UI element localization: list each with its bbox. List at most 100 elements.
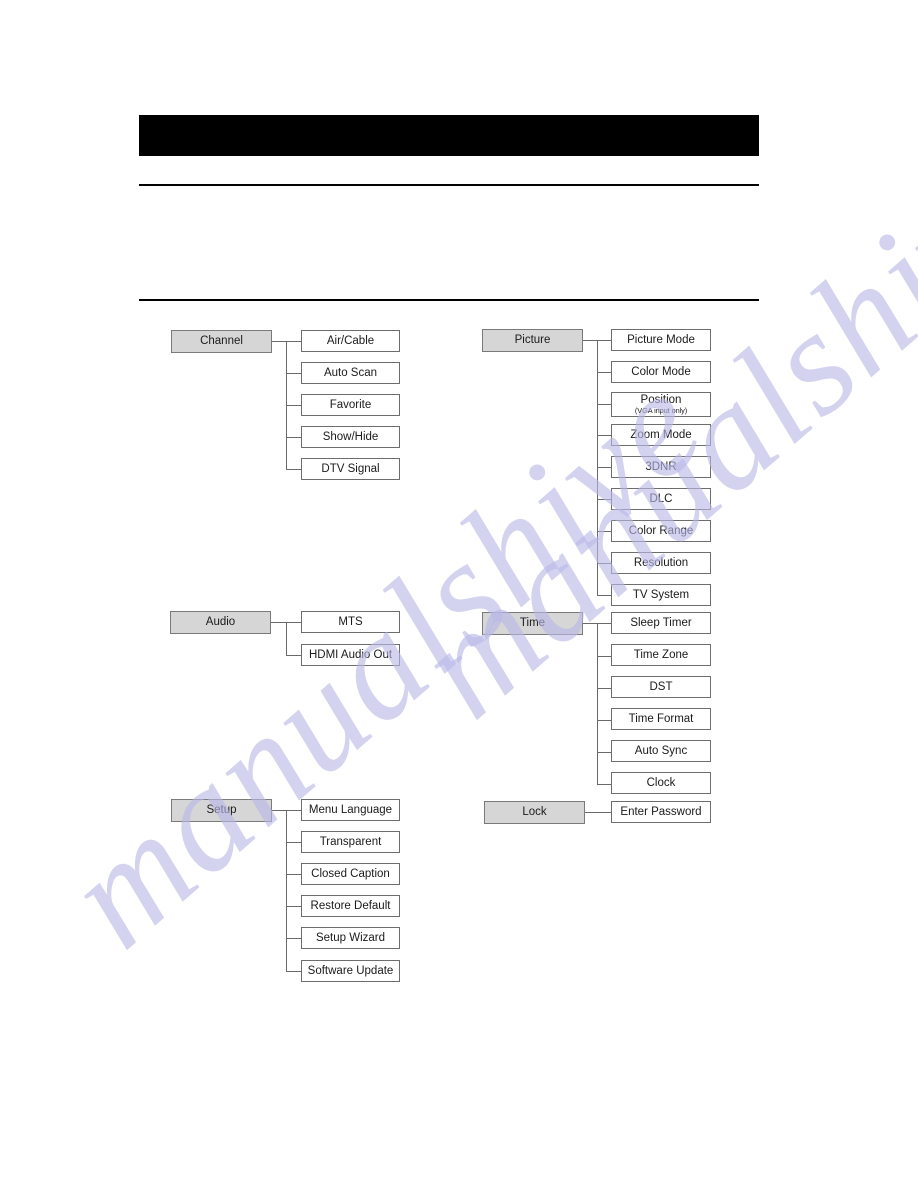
menu-item-air-cable[interactable]: Air/Cable — [301, 330, 400, 352]
menu-item-label: Restore Default — [310, 899, 391, 912]
menu-item-3dnr[interactable]: 3DNR — [611, 456, 711, 478]
menu-item-time-zone[interactable]: Time Zone — [611, 644, 711, 666]
menu-tree-diagram: Channel Air/Cable Auto Scan Favorite Sho… — [0, 0, 918, 1188]
menu-parent-lock[interactable]: Lock — [484, 801, 585, 824]
connector — [597, 623, 598, 784]
menu-item-closed-caption[interactable]: Closed Caption — [301, 863, 400, 885]
connector — [597, 656, 611, 657]
menu-item-label: Color Mode — [631, 365, 691, 378]
connector — [286, 842, 301, 843]
menu-parent-time[interactable]: Time — [482, 612, 583, 635]
menu-item-auto-scan[interactable]: Auto Scan — [301, 362, 400, 384]
menu-item-label: Transparent — [319, 835, 382, 848]
menu-item-enter-password[interactable]: Enter Password — [611, 801, 711, 823]
menu-item-position[interactable]: Position (VGA input only) — [611, 392, 711, 417]
menu-item-clock[interactable]: Clock — [611, 772, 711, 794]
menu-item-dst[interactable]: DST — [611, 676, 711, 698]
menu-item-label: Color Range — [628, 524, 694, 537]
menu-item-label: Picture Mode — [627, 333, 695, 346]
menu-item-zoom-mode[interactable]: Zoom Mode — [611, 424, 711, 446]
menu-item-favorite[interactable]: Favorite — [301, 394, 400, 416]
menu-item-label: Zoom Mode — [630, 428, 692, 441]
menu-item-label: HDMI Audio Out — [308, 648, 393, 661]
connector — [585, 812, 611, 813]
menu-parent-label: Time — [519, 617, 546, 630]
connector — [597, 404, 611, 405]
connector — [597, 467, 611, 468]
connector — [286, 971, 301, 972]
menu-parent-setup[interactable]: Setup — [171, 799, 272, 822]
menu-parent-label: Audio — [205, 616, 236, 629]
menu-parent-label: Setup — [206, 804, 237, 817]
menu-item-label: Resolution — [633, 556, 689, 569]
connector — [286, 373, 301, 374]
menu-parent-label: Channel — [200, 335, 243, 348]
menu-item-dlc[interactable]: DLC — [611, 488, 711, 510]
manual-page: Channel Air/Cable Auto Scan Favorite Sho… — [0, 0, 918, 1188]
connector — [597, 720, 611, 721]
menu-item-color-mode[interactable]: Color Mode — [611, 361, 711, 383]
menu-item-auto-sync[interactable]: Auto Sync — [611, 740, 711, 762]
menu-item-menu-language[interactable]: Menu Language — [301, 799, 400, 821]
menu-parent-audio[interactable]: Audio — [170, 611, 271, 634]
menu-item-mts[interactable]: MTS — [301, 611, 400, 633]
menu-item-restore-default[interactable]: Restore Default — [301, 895, 400, 917]
connector — [597, 563, 611, 564]
connector — [286, 655, 301, 656]
connector — [597, 372, 611, 373]
menu-item-color-range[interactable]: Color Range — [611, 520, 711, 542]
menu-item-label: Auto Sync — [634, 744, 688, 757]
menu-item-label: Show/Hide — [322, 430, 379, 443]
connector — [286, 874, 301, 875]
menu-item-sleep-timer[interactable]: Sleep Timer — [611, 612, 711, 634]
menu-item-dtv-signal[interactable]: DTV Signal — [301, 458, 400, 480]
connector — [597, 688, 611, 689]
menu-item-label: DLC — [649, 492, 673, 505]
connector — [286, 810, 287, 972]
menu-item-label: MTS — [338, 615, 363, 628]
menu-item-label: DST — [649, 680, 673, 693]
menu-item-label: Air/Cable — [326, 334, 375, 347]
connector — [286, 906, 301, 907]
menu-item-label: DTV Signal — [321, 462, 380, 475]
connector — [286, 622, 287, 655]
connector — [286, 437, 301, 438]
connector — [597, 531, 611, 532]
menu-item-time-format[interactable]: Time Format — [611, 708, 711, 730]
menu-item-transparent[interactable]: Transparent — [301, 831, 400, 853]
menu-item-label: Time Format — [628, 712, 694, 725]
menu-item-label: Time Zone — [633, 648, 689, 661]
connector — [597, 752, 611, 753]
connector — [597, 499, 611, 500]
menu-item-label: Enter Password — [620, 805, 702, 818]
menu-item-show-hide[interactable]: Show/Hide — [301, 426, 400, 448]
menu-item-label: Favorite — [329, 398, 372, 411]
menu-item-tv-system[interactable]: TV System — [611, 584, 711, 606]
menu-item-setup-wizard[interactable]: Setup Wizard — [301, 927, 400, 949]
menu-item-label: Closed Caption — [311, 867, 390, 880]
menu-parent-channel[interactable]: Channel — [171, 330, 272, 353]
menu-parent-label: Lock — [522, 806, 547, 819]
connector — [286, 469, 301, 470]
connector — [286, 405, 301, 406]
menu-item-picture-mode[interactable]: Picture Mode — [611, 329, 711, 351]
menu-item-label: Software Update — [307, 964, 394, 977]
menu-item-hdmi-audio-out[interactable]: HDMI Audio Out — [301, 644, 400, 666]
menu-parent-picture[interactable]: Picture — [482, 329, 583, 352]
menu-item-label: Sleep Timer — [630, 616, 692, 629]
menu-item-label: Position — [640, 394, 682, 407]
menu-item-label: TV System — [632, 588, 690, 601]
menu-item-label: Auto Scan — [323, 366, 378, 379]
menu-item-label: Setup Wizard — [315, 931, 386, 944]
menu-item-sublabel: (VGA input only) — [634, 406, 688, 416]
connector — [286, 938, 301, 939]
menu-item-resolution[interactable]: Resolution — [611, 552, 711, 574]
connector — [597, 435, 611, 436]
menu-item-label: Menu Language — [308, 803, 393, 816]
menu-parent-label: Picture — [514, 334, 551, 347]
connector — [597, 595, 611, 596]
menu-item-software-update[interactable]: Software Update — [301, 960, 400, 982]
menu-item-label: 3DNR — [645, 460, 677, 473]
connector — [597, 784, 611, 785]
menu-item-label: Clock — [646, 776, 676, 789]
